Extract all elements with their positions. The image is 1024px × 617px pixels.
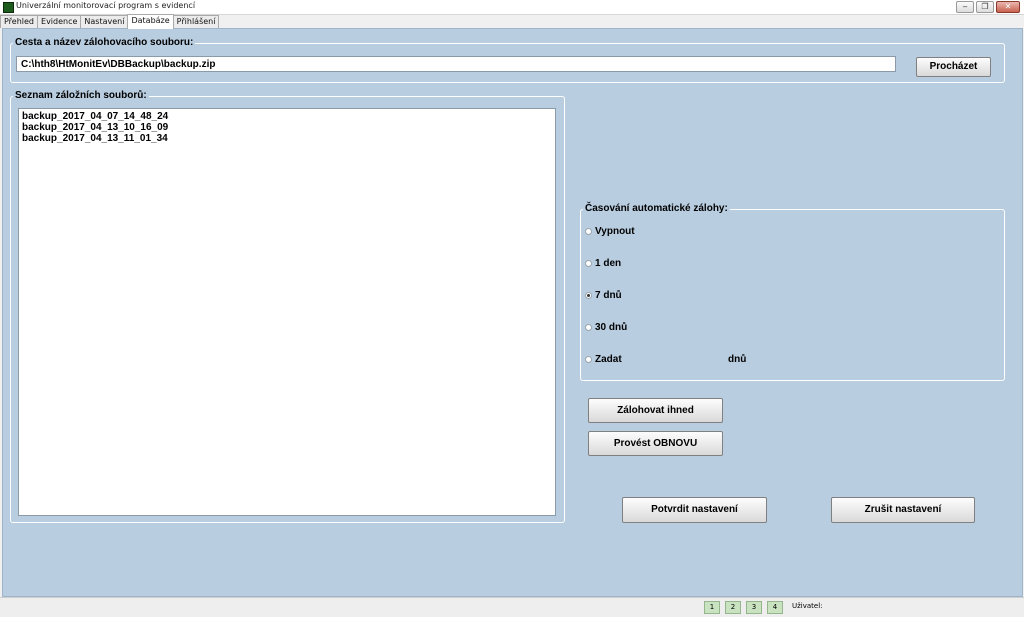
backup-now-button[interactable]: Zálohovat ihned bbox=[588, 398, 723, 423]
status-user-label: Uživatel: bbox=[792, 602, 823, 610]
radio-label: Vypnout bbox=[595, 226, 635, 237]
custom-days-unit: dnů bbox=[728, 354, 747, 365]
auto-backup-label: Časování automatické zálohy: bbox=[583, 203, 730, 214]
radio-zadat[interactable]: Zadat bbox=[585, 354, 622, 365]
title-bar: Univerzální monitorovací program s evide… bbox=[0, 0, 1024, 15]
minimize-icon[interactable]: ‒ bbox=[956, 1, 974, 13]
radio-label: 7 dnů bbox=[595, 290, 622, 301]
confirm-settings-button[interactable]: Potvrdit nastavení bbox=[622, 497, 767, 523]
list-item[interactable]: backup_2017_04_07_14_48_24 bbox=[22, 111, 552, 122]
app-icon bbox=[3, 2, 14, 13]
maximize-icon[interactable]: ❐ bbox=[976, 1, 994, 13]
radio-icon[interactable] bbox=[585, 260, 592, 267]
radio-icon[interactable] bbox=[585, 228, 592, 235]
cancel-settings-button[interactable]: Zrušit nastavení bbox=[831, 497, 975, 523]
tab-nastaveni[interactable]: Nastavení bbox=[80, 15, 129, 28]
radio-label: 1 den bbox=[595, 258, 622, 269]
status-indicator-2: 2 bbox=[725, 601, 741, 614]
window-controls: ‒ ❐ ✕ bbox=[956, 1, 1020, 13]
tab-prehled[interactable]: Přehled bbox=[0, 15, 39, 28]
radio-vypnout[interactable]: Vypnout bbox=[585, 226, 635, 237]
radio-label: 30 dnů bbox=[595, 322, 628, 333]
tab-evidence[interactable]: Evidence bbox=[37, 15, 82, 28]
backup-list-label: Seznam záložních souborů: bbox=[13, 90, 149, 101]
backup-path-label: Cesta a název zálohovacího souboru: bbox=[13, 37, 196, 48]
tab-prihlaseni[interactable]: Přihlášení bbox=[172, 15, 220, 28]
status-indicator-4: 4 bbox=[767, 601, 783, 614]
radio-label: Zadat bbox=[595, 354, 622, 365]
tab-bar: Přehled Evidence Nastavení Databáze Přih… bbox=[0, 14, 220, 29]
status-indicator-3: 3 bbox=[746, 601, 762, 614]
tab-databaze[interactable]: Databáze bbox=[127, 14, 174, 29]
status-indicator-1: 1 bbox=[704, 601, 720, 614]
window-title: Univerzální monitorovací program s evide… bbox=[16, 1, 196, 10]
status-bar: 1 2 3 4 Uživatel: bbox=[0, 597, 1024, 617]
backup-list[interactable]: backup_2017_04_07_14_48_24 backup_2017_0… bbox=[18, 108, 556, 516]
radio-icon[interactable] bbox=[585, 324, 592, 331]
list-item[interactable]: backup_2017_04_13_11_01_34 bbox=[22, 133, 552, 144]
list-item[interactable]: backup_2017_04_13_10_16_09 bbox=[22, 122, 552, 133]
restore-button[interactable]: Provést OBNOVU bbox=[588, 431, 723, 456]
auto-backup-group: Časování automatické zálohy: bbox=[580, 203, 1005, 381]
radio-icon[interactable] bbox=[585, 356, 592, 363]
close-icon[interactable]: ✕ bbox=[996, 1, 1020, 13]
radio-30-dnu[interactable]: 30 dnů bbox=[585, 322, 627, 333]
radio-7-dnu[interactable]: 7 dnů bbox=[585, 290, 622, 301]
radio-selected-icon[interactable] bbox=[585, 292, 592, 299]
backup-path-input[interactable]: C:\hth8\HtMonitEv\DBBackup\backup.zip bbox=[16, 56, 896, 72]
radio-1-den[interactable]: 1 den bbox=[585, 258, 621, 269]
browse-button[interactable]: Procházet bbox=[916, 57, 991, 77]
